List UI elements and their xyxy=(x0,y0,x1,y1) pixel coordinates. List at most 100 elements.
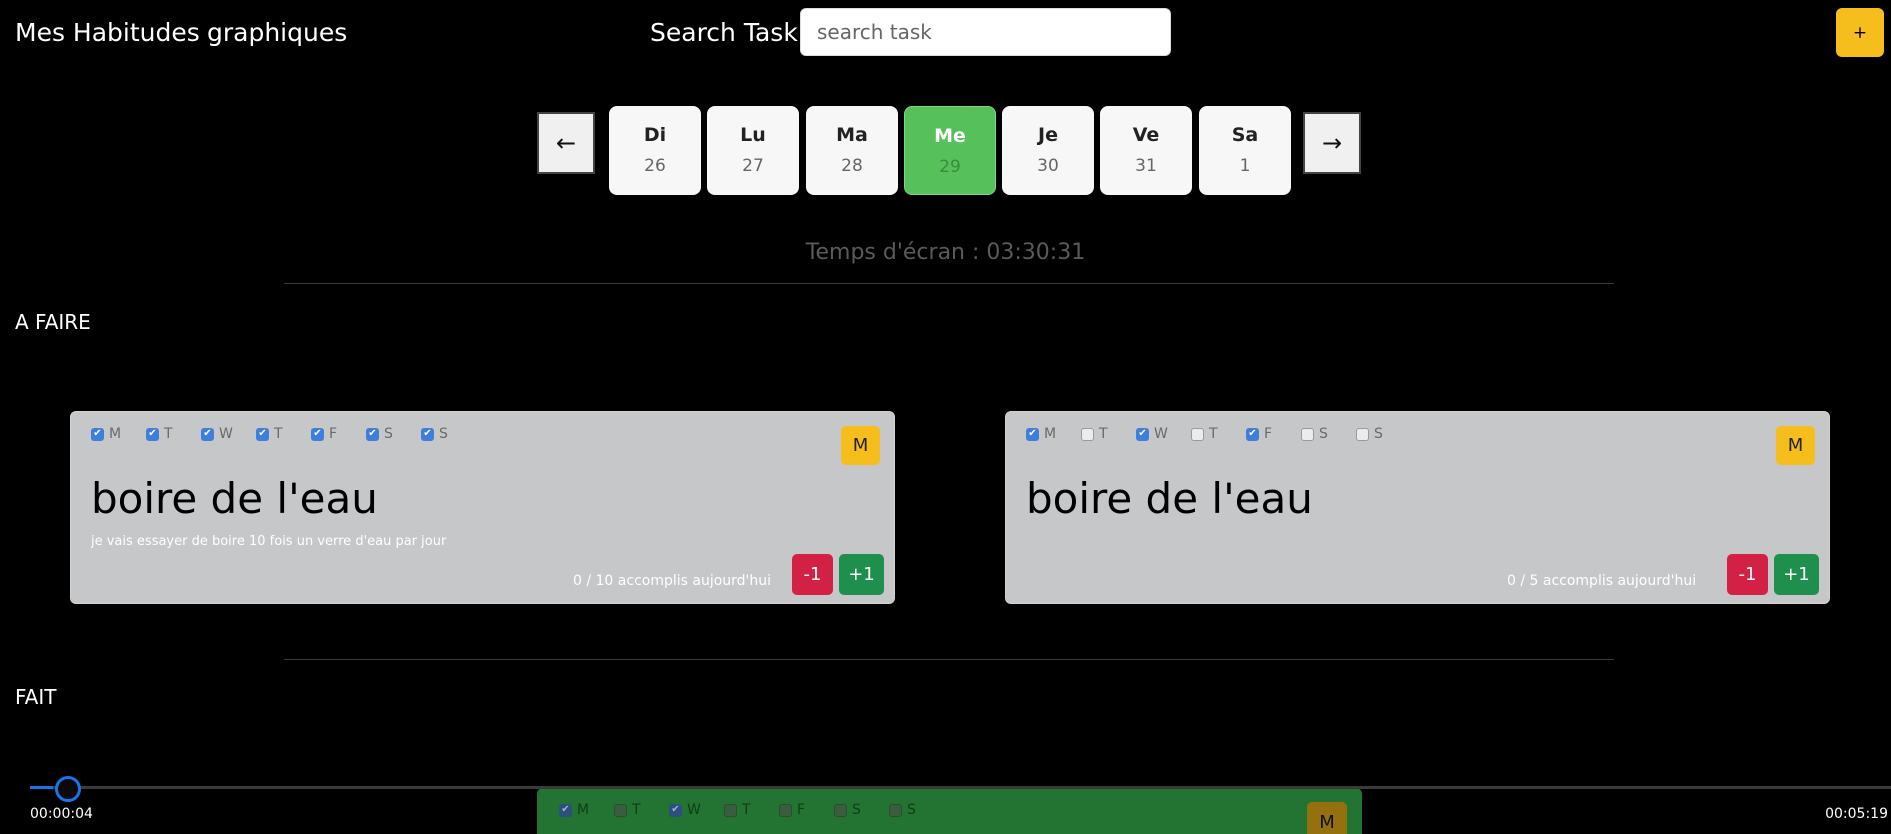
day-checkbox-item[interactable]: ✔ T xyxy=(146,426,201,442)
day-checkbox-item[interactable]: S xyxy=(1356,426,1411,442)
day-checkbox-label: S xyxy=(384,426,393,442)
day-checkbox-label: T xyxy=(632,802,641,818)
day-checkbox-item[interactable]: ✔ F xyxy=(311,426,366,442)
day-number: 29 xyxy=(939,157,961,177)
decrement-button[interactable]: -1 xyxy=(1727,554,1768,595)
day-checkbox-label: M xyxy=(109,426,122,442)
day-checkbox-label: F xyxy=(329,426,338,442)
checkbox-checked-icon[interactable]: ✔ xyxy=(91,427,104,441)
nav-charts-link[interactable]: graphiques xyxy=(207,18,347,47)
day-number: 26 xyxy=(644,156,666,176)
decrement-button[interactable]: -1 xyxy=(792,554,833,595)
section-done-title: FAIT xyxy=(15,685,57,709)
day-checkbox-item[interactable]: ✔ M xyxy=(559,802,614,818)
day-checkbox-item[interactable]: ✔ W xyxy=(201,426,256,442)
video-progress-thumb[interactable] xyxy=(55,776,81,802)
day-checkbox-label: S xyxy=(439,426,448,442)
day-checkbox-item[interactable]: T xyxy=(724,802,779,818)
day-checkbox-item[interactable]: S xyxy=(889,802,944,818)
checkbox-checked-icon[interactable]: ✔ xyxy=(1246,427,1259,441)
checkbox-unchecked-icon[interactable] xyxy=(1191,427,1204,441)
video-progress-track[interactable] xyxy=(30,786,1891,789)
checkbox-unchecked-icon[interactable] xyxy=(779,803,792,817)
checkbox-unchecked-icon[interactable] xyxy=(724,803,737,817)
day-checkbox-item[interactable]: ✔ M xyxy=(1026,426,1081,442)
checkbox-unchecked-icon[interactable] xyxy=(1356,427,1369,441)
habit-card: ✔ M T ✔ W T ✔ F S S Mboire de l'eau 0 / 5 accomplis… xyxy=(1005,411,1830,604)
day-checkbox-item[interactable]: ✔ T xyxy=(256,426,311,442)
nav-home-link[interactable]: Mes Habitudes xyxy=(15,18,200,47)
day-checkbox-label: S xyxy=(907,802,916,818)
search-input[interactable] xyxy=(800,8,1171,56)
day-name: Je xyxy=(1038,124,1058,146)
day-checkbox-item[interactable]: F xyxy=(779,802,834,818)
checkbox-unchecked-icon[interactable] xyxy=(834,803,847,817)
day-checkbox-item[interactable]: ✔ W xyxy=(1136,426,1191,442)
search-label: Search Task xyxy=(650,18,798,47)
day-checkbox-label: S xyxy=(852,802,861,818)
increment-button[interactable]: +1 xyxy=(1774,554,1819,595)
day-checkbox-item[interactable]: S xyxy=(1301,426,1356,442)
next-week-button[interactable]: → xyxy=(1303,112,1361,174)
day-checkbox-item[interactable]: T xyxy=(1191,426,1246,442)
checkbox-unchecked-icon[interactable] xyxy=(1081,427,1094,441)
day-card[interactable]: Lu 27 xyxy=(707,106,799,195)
section-todo-title: A FAIRE xyxy=(15,310,91,334)
day-card[interactable]: Sa 1 xyxy=(1199,106,1291,195)
habit-days-row: ✔ M T ✔ W T ✔ F S S xyxy=(1026,426,1411,442)
checkbox-checked-icon[interactable]: ✔ xyxy=(1026,427,1039,441)
day-checkbox-label: W xyxy=(219,426,233,442)
day-number: 27 xyxy=(742,156,764,176)
day-number: 30 xyxy=(1037,156,1059,176)
checkbox-checked-icon[interactable]: ✔ xyxy=(311,427,324,441)
day-checkbox-label: T xyxy=(1099,426,1108,442)
day-checkbox-item[interactable]: S xyxy=(834,802,889,818)
day-checkbox-item[interactable]: ✔ F xyxy=(1246,426,1301,442)
checkbox-checked-icon[interactable]: ✔ xyxy=(256,427,269,441)
checkbox-checked-icon[interactable]: ✔ xyxy=(669,803,682,817)
checkbox-checked-icon[interactable]: ✔ xyxy=(421,427,434,441)
divider xyxy=(284,283,1614,284)
day-checkbox-label: M xyxy=(1044,426,1057,442)
day-checkbox-label: F xyxy=(797,802,806,818)
day-checkbox-label: F xyxy=(1264,426,1273,442)
day-checkbox-item[interactable]: T xyxy=(614,802,669,818)
day-card[interactable]: Je 30 xyxy=(1002,106,1094,195)
checkbox-unchecked-icon[interactable] xyxy=(614,803,627,817)
checkbox-checked-icon[interactable]: ✔ xyxy=(1136,427,1149,441)
day-card[interactable]: Ma 28 xyxy=(806,106,898,195)
checkbox-checked-icon[interactable]: ✔ xyxy=(559,803,572,817)
day-checkbox-item[interactable]: ✔ M xyxy=(91,426,146,442)
day-checkbox-label: S xyxy=(1319,426,1328,442)
day-number: 1 xyxy=(1239,156,1251,176)
day-card[interactable]: Me 29 xyxy=(904,106,996,195)
day-checkbox-label: T xyxy=(742,802,751,818)
habit-badge-button[interactable]: M xyxy=(841,426,880,465)
day-name: Di xyxy=(643,124,667,146)
prev-week-button[interactable]: ← xyxy=(537,112,595,174)
screen-time: Temps d'écran : 03:30:31 xyxy=(805,240,1086,265)
day-card[interactable]: Di 26 xyxy=(609,106,701,195)
done-habit-badge[interactable]: M xyxy=(1307,802,1347,834)
day-checkbox-item[interactable]: ✔ S xyxy=(366,426,421,442)
day-checkbox-label: S xyxy=(1374,426,1383,442)
done-habit-days-row: ✔ M T ✔ W T F S S xyxy=(559,802,944,818)
increment-button[interactable]: +1 xyxy=(839,554,884,595)
checkbox-checked-icon[interactable]: ✔ xyxy=(366,427,379,441)
done-habit-card: ✔ M T ✔ W T F S S M xyxy=(537,788,1362,834)
checkbox-unchecked-icon[interactable] xyxy=(889,803,902,817)
day-name: Lu xyxy=(740,124,766,146)
day-number: 28 xyxy=(841,156,863,176)
habit-progress-text: 0 / 10 accomplis aujourd'hui xyxy=(573,573,772,589)
day-checkbox-item[interactable]: T xyxy=(1081,426,1136,442)
checkbox-checked-icon[interactable]: ✔ xyxy=(201,427,214,441)
day-checkbox-item[interactable]: ✔ S xyxy=(421,426,476,442)
day-checkbox-item[interactable]: ✔ W xyxy=(669,802,724,818)
day-checkbox-label: T xyxy=(164,426,173,442)
checkbox-checked-icon[interactable]: ✔ xyxy=(146,427,159,441)
day-checkbox-label: T xyxy=(274,426,283,442)
day-card[interactable]: Ve 31 xyxy=(1100,106,1192,195)
add-habit-button[interactable]: + xyxy=(1836,8,1884,57)
habit-badge-button[interactable]: M xyxy=(1776,426,1815,465)
checkbox-unchecked-icon[interactable] xyxy=(1301,427,1314,441)
